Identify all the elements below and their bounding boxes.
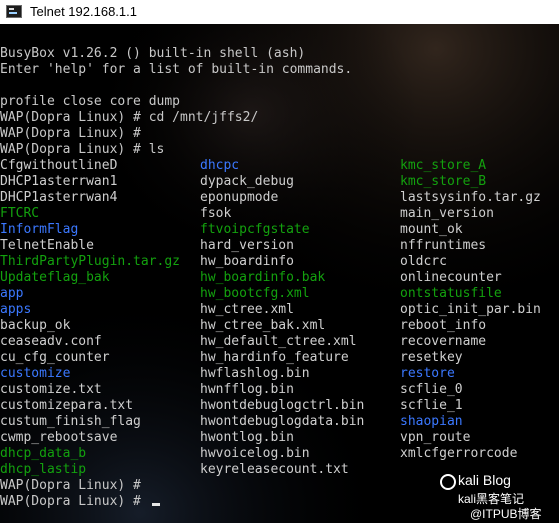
file-entry: mount_ok — [400, 222, 463, 237]
file-entry: dhcp_data_b — [0, 446, 87, 461]
file-entry: keyreleasecount.txt — [200, 462, 349, 477]
file-entry: shaopian — [400, 414, 463, 429]
file-entry: hw_default_ctree.xml — [200, 334, 357, 349]
terminal-line: WAP(Dopra Linux) # — [0, 478, 141, 493]
window-titlebar[interactable]: Telnet 192.168.1.1 — [0, 0, 559, 25]
file-entry: hwnfflog.bin — [200, 382, 294, 397]
file-entry: CfgwithoutlineD — [0, 158, 118, 173]
terminal-line: WAP(Dopra Linux) # — [0, 126, 141, 141]
file-entry: hw_ctree.xml — [200, 302, 294, 317]
file-entry: hwontdebuglogctrl.bin — [200, 398, 365, 413]
file-entry: scflie_0 — [400, 382, 463, 397]
file-entry: cu_cfg_counter — [0, 350, 110, 365]
file-entry: ftvoipcfgstate — [200, 222, 310, 237]
terminal-line: WAP(Dopra Linux) # cd /mnt/jffs2/ — [0, 110, 259, 125]
file-entry: ceaseadv.conf — [0, 334, 102, 349]
file-entry: app — [0, 286, 24, 301]
file-entry: DHCP1asterrwan1 — [0, 174, 118, 189]
file-entry: cwmp_rebootsave — [0, 430, 118, 445]
file-entry: kmc_store_A — [400, 158, 487, 173]
file-entry: fsok — [200, 206, 232, 221]
file-entry: optic_init_par.bin — [400, 302, 541, 317]
file-entry: hwontdebuglogdata.bin — [200, 414, 365, 429]
file-entry: hw_boardinfo — [200, 254, 294, 269]
terminal-output[interactable]: BusyBox v1.26.2 () built-in shell (ash) E… — [0, 24, 559, 523]
file-entry: xmlcfgerrorcode — [400, 446, 518, 461]
file-entry: customize — [0, 366, 71, 381]
file-entry: hw_hardinfo_feature — [200, 350, 349, 365]
file-entry: TelnetEnable — [0, 238, 94, 253]
file-entry: nffruntimes — [400, 238, 487, 253]
file-entry: onlinecounter — [400, 270, 502, 285]
file-entry: hw_boardinfo.bak — [200, 270, 326, 285]
file-entry: backup_ok — [0, 318, 71, 333]
file-entry: hw_bootcfg.xml — [200, 286, 310, 301]
file-entry: ontstatusfile — [400, 286, 502, 301]
file-entry: reboot_info — [400, 318, 487, 333]
terminal-app-icon — [6, 5, 22, 18]
terminal-line: Enter 'help' for a list of built-in comm… — [0, 62, 353, 77]
file-entry: DHCP1asterrwan4 — [0, 190, 118, 205]
file-entry: apps — [0, 302, 32, 317]
file-entry: hwvoicelog.bin — [200, 446, 310, 461]
file-entry: hw_ctree_bak.xml — [200, 318, 326, 333]
file-entry: InformFlag — [0, 222, 79, 237]
file-entry: recovername — [400, 334, 487, 349]
file-entry: scflie_1 — [400, 398, 463, 413]
file-entry: hard_version — [200, 238, 294, 253]
file-entry: vpn_route — [400, 430, 471, 445]
file-entry: kmc_store_B — [400, 174, 487, 189]
file-entry: customizepara.txt — [0, 398, 134, 413]
terminal-line: WAP(Dopra Linux) # — [0, 494, 141, 509]
file-entry: hwontlog.bin — [200, 430, 294, 445]
terminal-line: WAP(Dopra Linux) # ls — [0, 142, 165, 157]
file-entry: Updateflag_bak — [0, 270, 110, 285]
wechat-icon — [440, 474, 456, 490]
watermark-source: @ITPUB博客 — [470, 507, 542, 521]
terminal-line: BusyBox v1.26.2 () built-in shell (ash) — [0, 46, 306, 61]
file-entry: ThirdPartyPlugin.tar.gz — [0, 254, 181, 269]
file-entry: lastsysinfo.tar.gz — [400, 190, 541, 205]
text-cursor — [152, 503, 160, 506]
terminal-line: profile close core dump — [0, 94, 181, 109]
watermark-title: kali Blog — [458, 472, 511, 488]
file-entry: dhcp_lastip — [0, 462, 87, 477]
file-entry: resetkey — [400, 350, 463, 365]
file-entry: FTCRC — [0, 206, 40, 221]
file-entry: customize.txt — [0, 382, 102, 397]
file-entry: dypack_debug — [200, 174, 294, 189]
file-entry: main_version — [400, 206, 494, 221]
window-title: Telnet 192.168.1.1 — [30, 4, 137, 19]
file-entry: restore — [400, 366, 455, 381]
file-entry: hwflashlog.bin — [200, 366, 310, 381]
file-entry: dhcpc — [200, 158, 240, 173]
file-entry: custum_finish_flag — [0, 414, 141, 429]
file-entry: oldcrc — [400, 254, 447, 269]
file-entry: eponupmode — [200, 190, 279, 205]
